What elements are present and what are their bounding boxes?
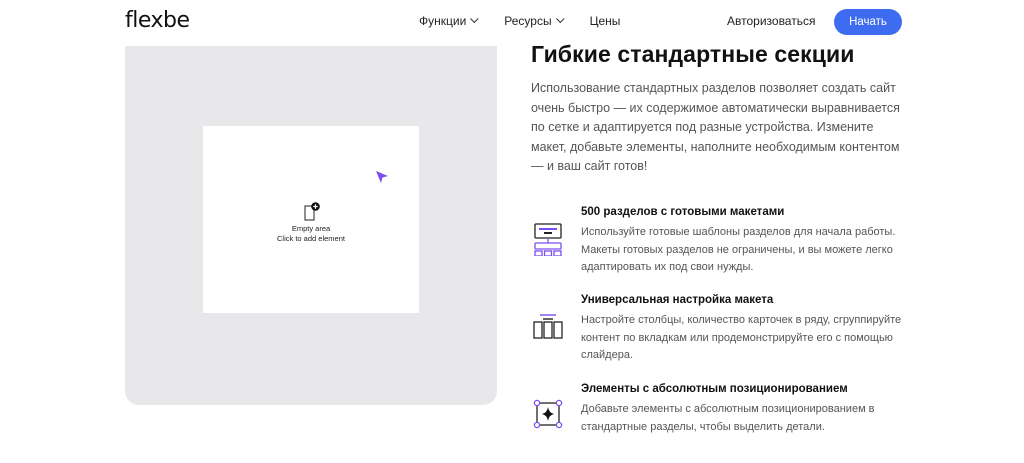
logo[interactable]: flexbe [125,8,190,33]
cursor-arrow-icon [376,171,388,183]
feature-text: Добавьте элементы с абсолютным позициони… [581,403,875,433]
nav-item-functions[interactable]: Функции [419,14,479,28]
section-title: Гибкие стандартные секции [531,41,855,67]
feature-item: Универсальная настройка макета Настройте… [531,294,911,364]
login-link[interactable]: Авторизоваться [727,14,815,28]
section-preview: Empty area Click to add element [125,46,497,405]
nav-item-label: Цены [589,14,621,28]
feature-title: Универсальная настройка макета [581,294,774,306]
feature-title: 500 разделов с готовыми макетами [581,206,785,218]
empty-area-title: Empty area [291,224,331,233]
chevron-down-icon [555,14,565,24]
nav-item-resources[interactable]: Ресурсы [504,14,565,28]
absolute-position-icon [533,399,563,429]
columns-layout-icon [533,314,563,339]
feature-item: Элементы с абсолютным позиционированием … [531,383,911,443]
empty-area-hint: Click to add element [277,233,345,243]
start-button[interactable]: Начать [834,9,902,35]
feature-text: Настройте столбцы, количество карточек в… [581,314,902,361]
feature-title: Элементы с абсолютным позиционированием [581,383,848,395]
layout-sections-icon [534,223,562,256]
empty-area-text: Empty area Click to add element [203,224,419,243]
chevron-down-icon [470,14,479,24]
nav-item-label: Функции [419,14,467,28]
feature-item: 500 разделов с готовыми макетами Использ… [531,206,911,276]
nav-item-label: Ресурсы [504,14,552,28]
feature-text: Используйте готовые шаблоны разделов для… [581,226,896,273]
empty-area[interactable]: Empty area Click to add element [203,126,419,313]
section-description: Использование стандартных разделов позво… [531,81,900,173]
nav-item-prices[interactable]: Цены [590,14,621,28]
site-header: flexbe Функции Ресурсы Цены Авторизовать… [0,0,1024,44]
main-nav: Функции Ресурсы Цены [419,14,646,28]
add-element-icon [304,202,320,221]
